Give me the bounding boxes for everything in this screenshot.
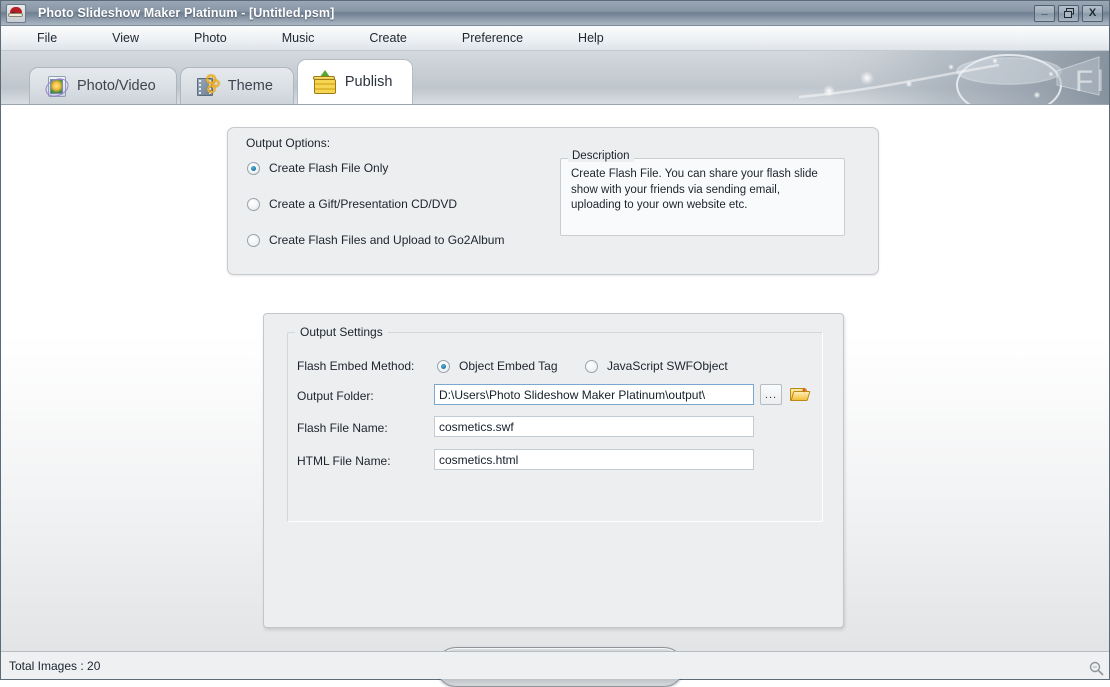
close-glyph: X: [1088, 6, 1097, 19]
html-file-name-label: HTML File Name:: [297, 454, 391, 468]
radio-label-upload-go2album: Create Flash Files and Upload to Go2Albu…: [269, 233, 505, 247]
svg-text:F: F: [1075, 65, 1093, 98]
main-content: Output Options: Create Flash File Only C…: [1, 104, 1109, 687]
banner-svg: F l: [799, 51, 1109, 104]
star-shape-3: ✪: [206, 84, 216, 96]
close-button[interactable]: X: [1082, 4, 1103, 22]
flash-embed-method-label: Flash Embed Method:: [297, 359, 415, 373]
restore-button[interactable]: [1058, 4, 1079, 22]
photo-video-icon: [42, 74, 72, 100]
open-output-folder-button[interactable]: ✦: [786, 384, 810, 405]
ellipsis-icon: ...: [764, 388, 778, 401]
radio-row-create-gift-cd-dvd[interactable]: Create a Gift/Presentation CD/DVD: [247, 197, 457, 211]
flash-file-name-input[interactable]: [434, 416, 754, 437]
radio-label-create-flash-file-only: Create Flash File Only: [269, 161, 389, 175]
minimize-button[interactable]: _: [1034, 3, 1055, 22]
html-file-name-input[interactable]: [434, 449, 754, 470]
output-folder-label: Output Folder:: [297, 389, 374, 403]
radio-upload-go2album[interactable]: [247, 233, 260, 247]
resize-grip-icon[interactable]: [1087, 659, 1105, 677]
tab-photo-video[interactable]: Photo/Video: [29, 67, 177, 104]
radio-row-javascript-swfobject[interactable]: JavaScript SWFObject: [585, 359, 728, 373]
radio-label-object-embed-tag: Object Embed Tag: [459, 359, 558, 373]
flash-file-name-label: Flash File Name:: [297, 421, 388, 435]
description-legend: Description: [568, 150, 634, 162]
radio-row-create-flash-file-only[interactable]: Create Flash File Only: [247, 161, 388, 175]
browse-folder-button[interactable]: ...: [760, 384, 782, 405]
tab-list: Photo/Video ✪ ✪ ✪ Theme Publish: [29, 59, 416, 104]
box-body-shape: [313, 79, 336, 94]
menu-item-file[interactable]: File: [23, 28, 71, 48]
menu-item-create[interactable]: Create: [355, 28, 421, 48]
publish-icon: [312, 70, 336, 94]
menu-item-help[interactable]: Help: [564, 28, 618, 48]
radio-row-upload-go2album[interactable]: Create Flash Files and Upload to Go2Albu…: [247, 233, 504, 247]
tab-strip: F l Photo/Video ✪ ✪ ✪ Theme Publish: [1, 51, 1109, 104]
folder-spark-shape: ✦: [800, 386, 808, 395]
menu-item-photo[interactable]: Photo: [180, 28, 241, 48]
tab-photo-video-label: Photo/Video: [77, 78, 156, 94]
status-bar: Total Images : 20: [1, 651, 1109, 679]
description-text: Create Flash File. You can share your fl…: [571, 168, 818, 211]
radio-create-flash-file-only[interactable]: [247, 161, 260, 175]
open-folder-icon: ✦: [789, 386, 810, 401]
window-controls: _ X: [1034, 3, 1103, 22]
output-options-panel: Output Options: Create Flash File Only C…: [227, 127, 879, 275]
description-box: Create Flash File. You can share your fl…: [560, 158, 845, 236]
tab-publish[interactable]: Publish: [296, 59, 414, 104]
output-folder-input[interactable]: [434, 384, 754, 405]
menu-bar: File View Photo Music Create Preference …: [1, 26, 1109, 51]
menu-item-preference[interactable]: Preference: [448, 28, 537, 48]
menu-item-music[interactable]: Music: [268, 28, 329, 48]
minimize-glyph: _: [1041, 3, 1048, 16]
radio-javascript-swfobject[interactable]: [585, 359, 598, 373]
output-settings-legend: Output Settings: [295, 325, 388, 339]
window-title: Photo Slideshow Maker Platinum - [Untitl…: [38, 6, 335, 20]
resize-grip-svg: [1089, 661, 1104, 676]
total-images-status: Total Images : 20: [9, 658, 101, 673]
radio-row-object-embed-tag[interactable]: Object Embed Tag: [437, 359, 558, 373]
radio-create-gift-cd-dvd[interactable]: [247, 197, 260, 211]
santa-hat-icon: [6, 3, 26, 23]
restore-icon: [1063, 8, 1074, 18]
title-bar: Photo Slideshow Maker Platinum - [Untitl…: [1, 1, 1109, 26]
tab-theme[interactable]: ✪ ✪ ✪ Theme: [179, 67, 294, 104]
tab-theme-label: Theme: [227, 78, 273, 94]
theme-icon: ✪ ✪ ✪: [195, 73, 220, 98]
radio-label-create-gift-cd-dvd: Create a Gift/Presentation CD/DVD: [269, 197, 458, 211]
output-settings-panel: Output Settings Flash Embed Method: Obje…: [263, 313, 844, 687]
radio-label-javascript-swfobject: JavaScript SWFObject: [607, 359, 728, 373]
application-window: Photo Slideshow Maker Platinum - [Untitl…: [0, 0, 1110, 687]
svg-text:l: l: [1097, 65, 1104, 98]
output-options-legend: Output Options:: [246, 136, 331, 150]
tab-publish-label: Publish: [344, 74, 393, 90]
photo-orbit-shape: [42, 75, 72, 100]
radio-object-embed-tag[interactable]: [437, 359, 450, 373]
menu-item-view[interactable]: View: [98, 28, 153, 48]
decorative-banner-graphic: F l: [799, 51, 1109, 104]
hat-brim-shape: [8, 12, 23, 17]
